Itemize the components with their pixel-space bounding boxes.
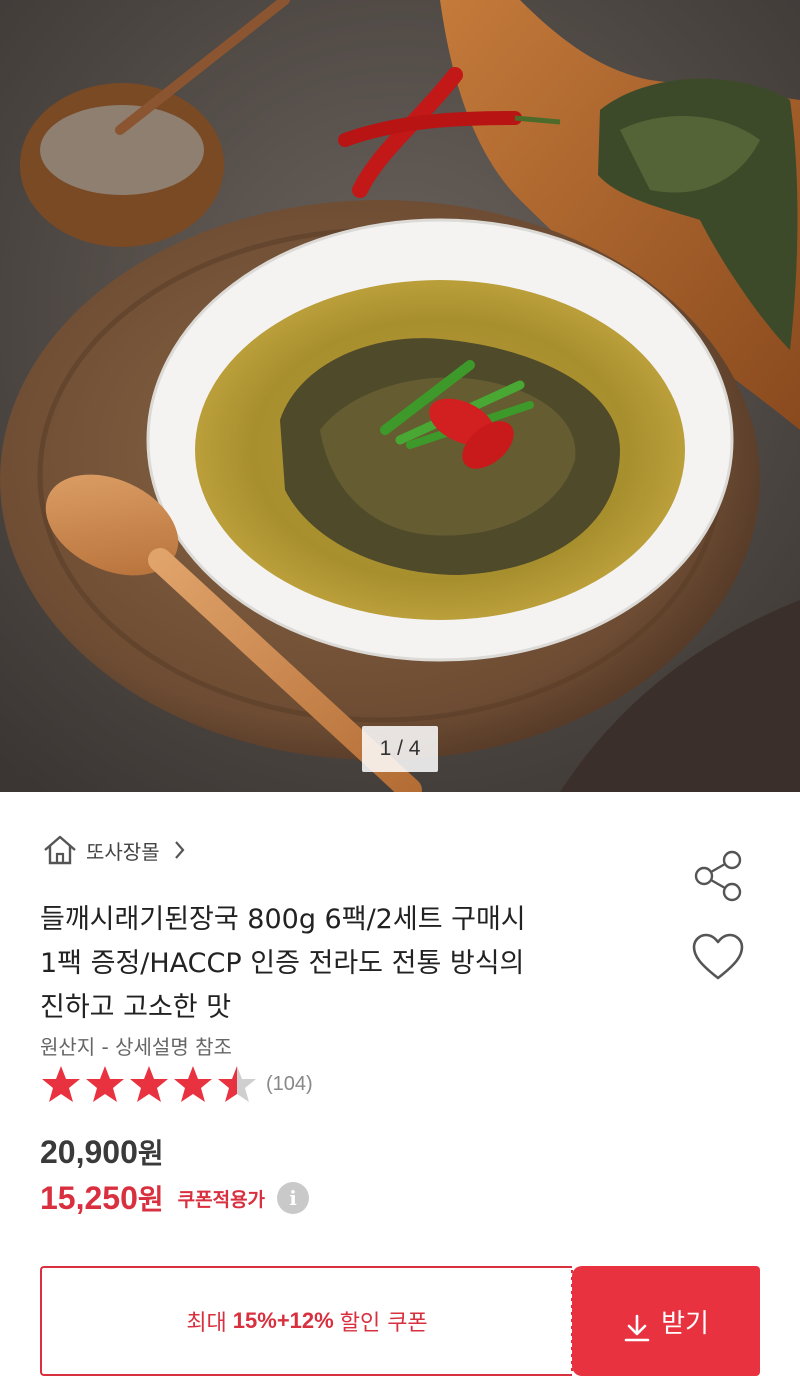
star-icon: [218, 1066, 256, 1102]
star-icon: [174, 1066, 212, 1102]
info-icon[interactable]: i: [277, 1182, 310, 1214]
chevron-right-icon: [174, 841, 185, 859]
product-title: 들깨시래기된장국 800g 6팩/2세트 구매시 1팩 증정/HACCP 인증 …: [40, 898, 640, 1030]
store-name: 또사장몰: [86, 839, 160, 864]
share-icon: [694, 850, 742, 902]
original-price: 20,900원: [40, 1132, 164, 1172]
sale-price: 15,250 원 쿠폰적용가 i: [40, 1178, 310, 1218]
original-price-unit: 원: [137, 1137, 164, 1170]
star-icon: [42, 1066, 80, 1102]
coupon-prefix: 최대: [186, 1311, 227, 1336]
star-icon: [86, 1066, 124, 1102]
wishlist-button[interactable]: [690, 932, 746, 984]
origin-info: 원산지 - 상세설명 참조: [40, 1035, 232, 1059]
coupon-button-label: 받기: [661, 1308, 709, 1339]
heart-icon: [692, 933, 744, 980]
download-icon: [624, 1314, 650, 1342]
review-count: (104): [266, 1072, 313, 1095]
share-button[interactable]: [690, 848, 746, 904]
store-link[interactable]: 또사장몰: [42, 832, 186, 868]
image-pager: 1 / 4: [362, 726, 438, 772]
star-icon: [130, 1066, 168, 1102]
sale-price-value: 15,250: [40, 1179, 138, 1216]
coupon-percent: 15%+12%: [232, 1308, 334, 1333]
product-title-line: 진하고 고소한 맛: [40, 992, 232, 1023]
product-title-line: 들깨시래기된장국 800g 6팩/2세트 구매시: [40, 904, 526, 935]
coupon-download-button[interactable]: 받기: [572, 1266, 760, 1376]
home-icon: [44, 835, 76, 865]
original-price-value: 20,900: [40, 1134, 138, 1170]
product-title-line: 1팩 증정/HACCP 인증 전라도 전통 방식의: [40, 948, 525, 979]
coupon-banner[interactable]: 최대 15%+12% 할인 쿠폰: [40, 1266, 572, 1376]
product-image-gallery[interactable]: 1 / 4: [0, 0, 800, 792]
sale-price-unit: 원: [137, 1183, 164, 1216]
product-photo: [0, 0, 800, 792]
coupon-suffix: 할인 쿠폰: [339, 1311, 428, 1336]
star-rating: [40, 1064, 258, 1104]
rating-row[interactable]: (104): [40, 1064, 313, 1104]
coupon-price-label: 쿠폰적용가: [177, 1188, 266, 1211]
